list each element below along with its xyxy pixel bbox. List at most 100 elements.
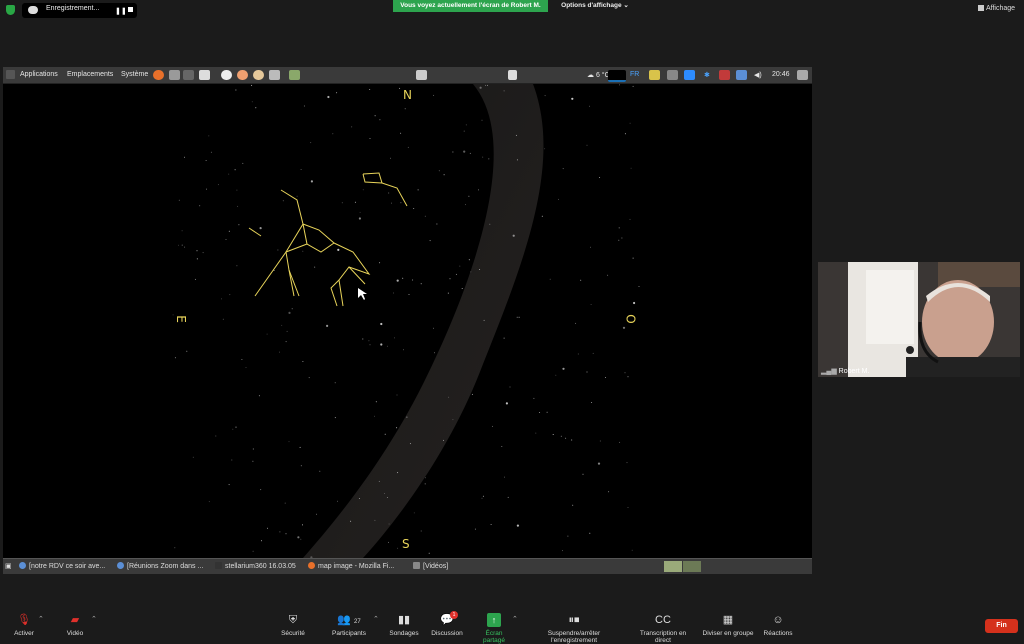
video-options-caret[interactable]: ⌃ — [91, 615, 97, 623]
reactions-button[interactable]: ☺ Réactions — [762, 613, 794, 637]
star — [279, 531, 281, 533]
audio-options-caret[interactable]: ⌃ — [38, 615, 44, 623]
star — [434, 352, 435, 354]
display-button[interactable]: Affichage — [978, 5, 1015, 12]
view-options-label: Options d'affichage — [561, 2, 622, 9]
star — [544, 95, 546, 97]
view-options-button[interactable]: Options d'affichage ⌄ — [560, 0, 630, 12]
app-icon[interactable] — [269, 70, 280, 80]
show-desktop-icon[interactable]: ▣ — [5, 561, 15, 572]
screen-share-banner: Vous voyez actuellement l'écran de Rober… — [393, 0, 548, 12]
taskbar-item[interactable]: [notre RDV ce soir ave... — [19, 561, 114, 572]
app-icon[interactable] — [199, 70, 210, 80]
star — [630, 167, 632, 169]
stellarium-sky-view[interactable]: N S E O — [3, 84, 812, 558]
star — [555, 374, 557, 376]
participant-video-tile[interactable] — [818, 262, 1020, 377]
stellarium-icon[interactable] — [221, 70, 232, 80]
chat-icon: 💬 1 — [440, 611, 458, 627]
taskbar-item-label: [notre RDV ce soir ave... — [29, 563, 106, 570]
tray-icon[interactable] — [649, 70, 660, 80]
star — [300, 465, 302, 467]
star — [319, 470, 321, 472]
show-desktop-icon[interactable] — [797, 70, 808, 80]
star — [336, 92, 338, 94]
keyboard-layout[interactable]: FR — [630, 71, 639, 78]
star — [482, 495, 484, 497]
star — [459, 265, 461, 267]
security-button[interactable]: ⛨ Sécurité — [278, 613, 308, 637]
star — [228, 173, 230, 175]
star — [334, 382, 336, 384]
star — [266, 333, 268, 335]
menu-places[interactable]: Emplacements — [67, 71, 113, 78]
app-icon[interactable] — [253, 70, 264, 80]
taskbar-item-label: map image - Mozilla Fi... — [318, 563, 395, 570]
taskbar-item[interactable]: [Réunions Zoom dans ... — [117, 561, 213, 572]
zoom-tray-icon[interactable] — [684, 70, 695, 80]
pause-stop-recording-button[interactable]: ⏸⏹ Suspendre/arrêter l'enregistrement — [524, 613, 624, 644]
share-options-caret[interactable]: ⌃ — [512, 615, 518, 623]
end-meeting-button[interactable]: Fin — [985, 619, 1018, 633]
volume-icon[interactable]: ◀) — [754, 71, 762, 79]
star — [463, 150, 466, 153]
sky-drawing — [172, 84, 640, 558]
security-label: Sécurité — [281, 630, 305, 637]
star — [310, 180, 313, 183]
taskbar-item[interactable]: map image - Mozilla Fi... — [308, 561, 408, 572]
shared-screen[interactable]: Applications Emplacements Système ☁ 6 °C… — [3, 67, 812, 574]
star — [245, 367, 247, 368]
tray-icon[interactable] — [719, 70, 730, 80]
network-icon[interactable] — [736, 70, 747, 80]
star — [234, 169, 236, 171]
star — [567, 535, 569, 537]
tray-icon[interactable] — [667, 70, 678, 80]
menu-applications[interactable]: Applications — [20, 71, 58, 78]
star — [455, 273, 457, 275]
workspace-switcher-1[interactable] — [664, 561, 682, 572]
star — [622, 326, 626, 329]
terminal-icon[interactable] — [183, 70, 194, 80]
firefox-icon[interactable] — [153, 70, 164, 80]
breakout-rooms-button[interactable]: ▦ Diviser en groupe — [702, 613, 754, 637]
workspace-icon[interactable] — [416, 70, 427, 80]
weather-temperature[interactable]: ☁ 6 °C — [587, 71, 610, 79]
participants-button[interactable]: 👥 27 Participants — [330, 613, 368, 637]
system-logo-icon[interactable] — [6, 70, 15, 79]
unmute-button[interactable]: 🎙 Activer — [10, 613, 38, 637]
clock[interactable]: 20:46 — [772, 71, 790, 78]
recording-indicator[interactable]: Enregistrement... ❚❚ — [22, 3, 137, 18]
video-button[interactable]: ▰ Vidéo — [62, 613, 88, 637]
pause-recording-icon[interactable]: ❚❚ — [115, 7, 127, 15]
app-icon[interactable] — [237, 70, 248, 80]
participants-options-caret[interactable]: ⌃ — [373, 615, 379, 623]
share-screen-button[interactable]: ↑ Écran partagé — [474, 613, 514, 644]
star — [229, 294, 231, 296]
bluetooth-icon[interactable]: ✱ — [704, 71, 710, 79]
star — [186, 350, 188, 352]
star — [354, 201, 356, 203]
star — [228, 484, 230, 486]
star — [178, 244, 179, 246]
files-icon[interactable] — [169, 70, 180, 80]
document-icon[interactable] — [508, 70, 517, 80]
star — [586, 371, 588, 373]
workspace-switcher-2[interactable] — [683, 561, 701, 572]
star — [631, 549, 633, 551]
image-viewer-icon[interactable] — [289, 70, 300, 80]
star — [562, 550, 563, 552]
menu-system[interactable]: Système — [121, 71, 148, 78]
stop-recording-icon[interactable] — [128, 7, 133, 12]
star — [403, 349, 404, 351]
star — [592, 352, 594, 354]
taskbar-item[interactable]: stellarium360 16.03.05 — [215, 561, 305, 572]
chat-button[interactable]: 💬 1 Discussion — [430, 611, 464, 637]
star — [424, 483, 426, 485]
encryption-shield-icon[interactable] — [6, 5, 15, 15]
live-transcript-button[interactable]: CC Transcription en direct — [631, 613, 695, 644]
star — [626, 462, 628, 464]
taskbar-item[interactable]: [Vidéos] — [413, 561, 473, 572]
polls-button[interactable]: ▮▮ Sondages — [389, 613, 419, 637]
zoom-top-bar: Enregistrement... ❚❚ Vous voyez actuelle… — [0, 0, 1024, 22]
star — [237, 205, 239, 207]
